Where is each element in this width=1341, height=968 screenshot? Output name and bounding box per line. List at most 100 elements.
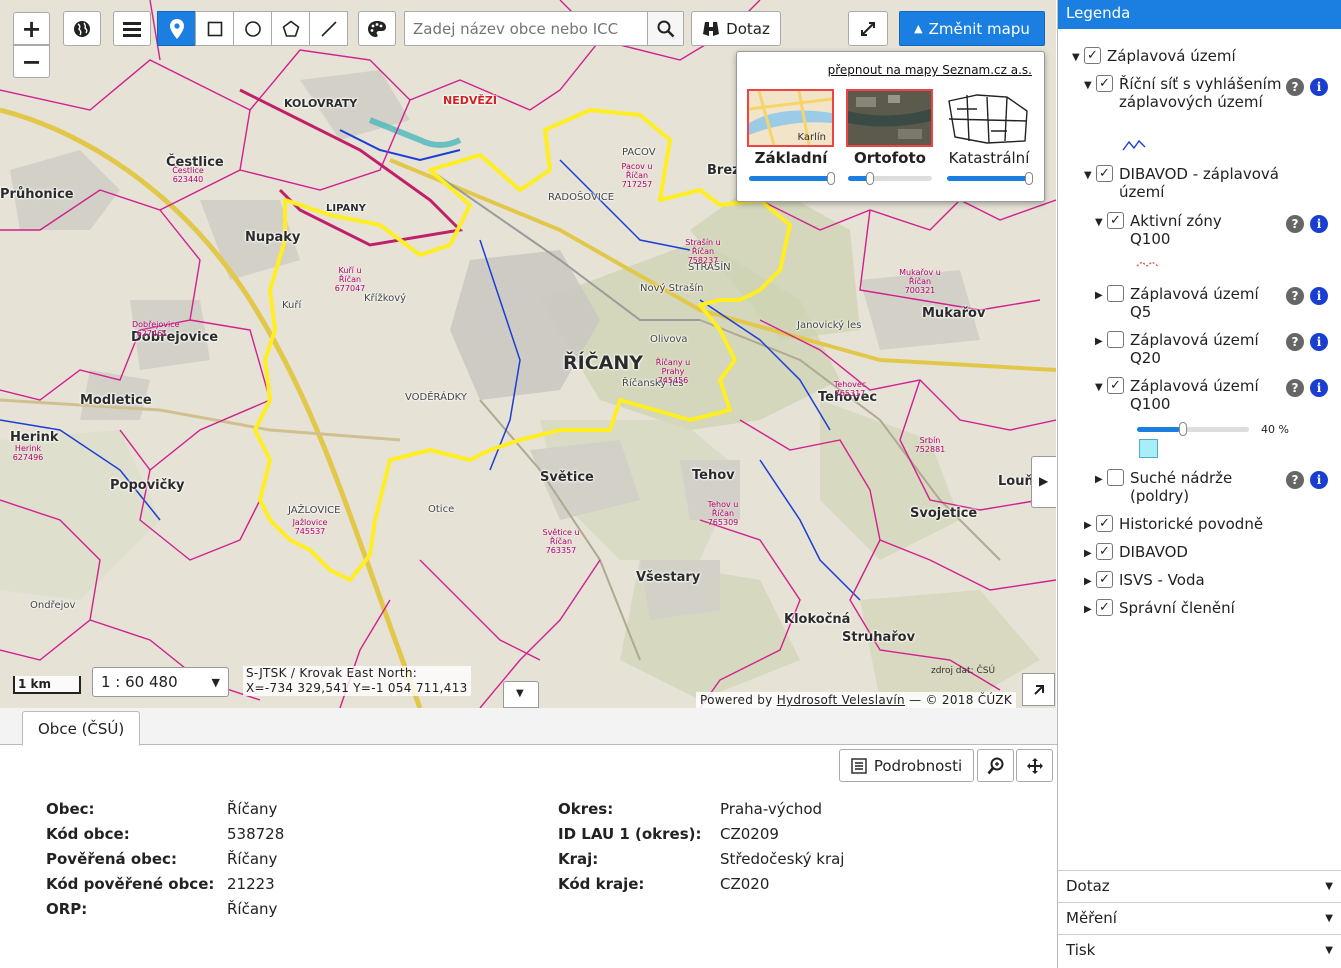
accordion-tisk[interactable]: Tisk ▼ [1058,934,1341,968]
menu-button[interactable] [113,11,151,46]
layer-checkbox[interactable]: ✓ [1107,212,1124,229]
layer-checkbox[interactable]: ✓ [1096,165,1113,182]
layer-checkbox[interactable]: ✓ [1096,599,1113,616]
layer-checkbox[interactable]: ✓ [1096,75,1113,92]
help-icon[interactable]: ? [1286,287,1304,305]
accordion-dotaz[interactable]: Dotaz ▼ [1058,870,1341,902]
expand-arrow-icon[interactable]: ▶ [1084,545,1096,563]
layer-suche-nadrze[interactable]: ▶ Suché nádrže (poldry) [1095,469,1275,505]
info-icon[interactable]: i [1310,287,1328,305]
draw-rectangle-button[interactable] [195,11,234,46]
opacity-fill [1137,427,1181,432]
basemap-panel: přepnout na mapy Seznam.cz a.s. Karlín Z… [736,51,1045,202]
layer-opacity-slider[interactable] [1137,422,1249,436]
expand-arrow-icon[interactable]: ▼ [1084,167,1096,185]
tab-obce[interactable]: Obce (ČSÚ) [22,711,141,746]
info-icon[interactable]: i [1310,333,1328,351]
expand-arrow-icon[interactable]: ▼ [1095,214,1107,232]
search-input[interactable] [405,12,647,45]
coordinates-readout: S-JTSK / Krovak East North: X=-734 329,5… [243,666,471,696]
basemap-option-zakladni[interactable]: Karlín Základní [747,89,835,185]
layer-zaplavova-uzemi[interactable]: ▼ ✓ Záplavová území [1072,47,1236,67]
basemap-option-ortofoto[interactable]: Ortofoto [846,89,934,185]
info-key: ORP: [46,900,88,918]
opacity-slider[interactable] [846,172,934,185]
globe-button[interactable] [63,11,101,46]
info-row: Kód obce: 538728 [46,825,284,843]
expand-arrow-icon[interactable]: ▶ [1084,517,1096,535]
change-map-button[interactable]: ▲ Změnit mapu [899,11,1045,46]
opacity-slider[interactable] [945,172,1033,185]
details-button[interactable]: Podrobnosti [839,749,974,782]
info-key: Obec: [46,800,95,818]
search-button[interactable] [647,12,683,45]
draw-circle-button[interactable] [233,11,272,46]
layer-historicke-povodne[interactable]: ▶ ✓ Historické povodně [1084,515,1263,535]
layer-checkbox[interactable]: ✓ [1096,515,1113,532]
zoom-in-button[interactable]: + [13,12,50,45]
help-icon[interactable]: ? [1286,215,1304,233]
opacity-slider[interactable] [747,172,835,185]
info-key: Kraj: [558,850,599,868]
accordion-mereni[interactable]: Měření ▼ [1058,902,1341,934]
layer-spravni-cleneni[interactable]: ▶ ✓ Správní členění [1084,599,1235,619]
expand-arrow-icon[interactable]: ▶ [1084,601,1096,619]
zoom-out-button[interactable]: − [13,45,50,78]
panel-toggle-button[interactable]: ▶ [1031,456,1056,508]
layer-dibavod-zaplavova[interactable]: ▼ ✓ DIBAVOD - záplavová území [1084,165,1324,201]
layer-isvs-voda[interactable]: ▶ ✓ ISVS - Voda [1084,571,1205,591]
expand-arrow-icon[interactable]: ▼ [1072,49,1084,67]
help-icon[interactable]: ? [1286,333,1304,351]
layer-q20[interactable]: ▶ Záplavová území Q20 [1095,331,1275,367]
help-icon[interactable]: ? [1286,471,1304,489]
layer-label: Záplavová území [1107,47,1236,65]
layer-ricni-sit[interactable]: ▼ ✓ Říční síť s vyhlášením záplavových ú… [1084,75,1304,111]
info-value: Říčany [227,850,278,868]
style-button[interactable] [358,11,396,46]
place-label: Popovičky [110,478,185,493]
layer-q5[interactable]: ▶ Záplavová území Q5 [1095,285,1275,321]
layer-checkbox[interactable]: ✓ [1096,543,1113,560]
layer-checkbox[interactable] [1107,285,1124,302]
place-label-ricany: ŘÍČANY [563,352,644,374]
draw-point-button[interactable] [157,11,196,46]
expand-arrow-icon[interactable]: ▼ [1095,379,1107,397]
map-canvas[interactable]: Průhonice Čestlice Nupaky Dobřejovice Mo… [0,0,1056,708]
help-icon[interactable]: ? [1286,78,1304,96]
info-icon[interactable]: i [1310,215,1328,233]
coords-toggle-button[interactable]: ▼ [503,681,539,708]
expand-arrow-icon[interactable]: ▶ [1095,471,1107,489]
draw-polygon-button[interactable] [271,11,310,46]
info-icon[interactable]: i [1310,78,1328,96]
layer-checkbox[interactable]: ✓ [1084,47,1101,64]
info-icon[interactable]: i [1310,379,1328,397]
zoom-to-feature-button[interactable] [977,749,1014,782]
pan-to-feature-button[interactable] [1016,749,1053,782]
layer-dibavod[interactable]: ▶ ✓ DIBAVOD [1084,543,1188,563]
slider-knob[interactable] [827,172,835,185]
layer-q100[interactable]: ▼ ✓ Záplavová území Q100 [1095,377,1275,413]
draw-line-button[interactable] [309,11,348,46]
expand-arrow-icon[interactable]: ▶ [1095,287,1107,305]
seznam-link[interactable]: přepnout na mapy Seznam.cz a.s. [828,63,1032,77]
query-button[interactable]: Dotaz [691,11,781,46]
basemap-option-katastralni[interactable]: Katastrální [945,89,1033,185]
layer-checkbox[interactable]: ✓ [1107,377,1124,394]
layer-checkbox[interactable] [1107,469,1124,486]
help-icon[interactable]: ? [1286,379,1304,397]
info-icon[interactable]: i [1310,471,1328,489]
fullscreen-button[interactable] [848,11,888,46]
layer-aktivni-zony-q100[interactable]: ▼ ✓ Aktivní zóny Q100 [1095,212,1255,248]
slider-knob[interactable] [866,172,874,185]
expand-arrow-icon[interactable]: ▶ [1084,573,1096,591]
layer-checkbox[interactable] [1107,331,1124,348]
expand-arrow-icon[interactable]: ▼ [1084,77,1096,95]
expand-arrow-icon[interactable]: ▶ [1095,333,1107,351]
layer-checkbox[interactable]: ✓ [1096,571,1113,588]
slider-knob[interactable] [1025,172,1033,185]
slider-knob[interactable] [1178,422,1187,436]
attribution-link[interactable]: Hydrosoft Veleslavín [777,693,905,707]
draw-toolbar [157,11,348,46]
collapse-corner-button[interactable] [1022,673,1055,706]
scale-select[interactable]: 1 : 60 480 ▼ [92,667,229,697]
